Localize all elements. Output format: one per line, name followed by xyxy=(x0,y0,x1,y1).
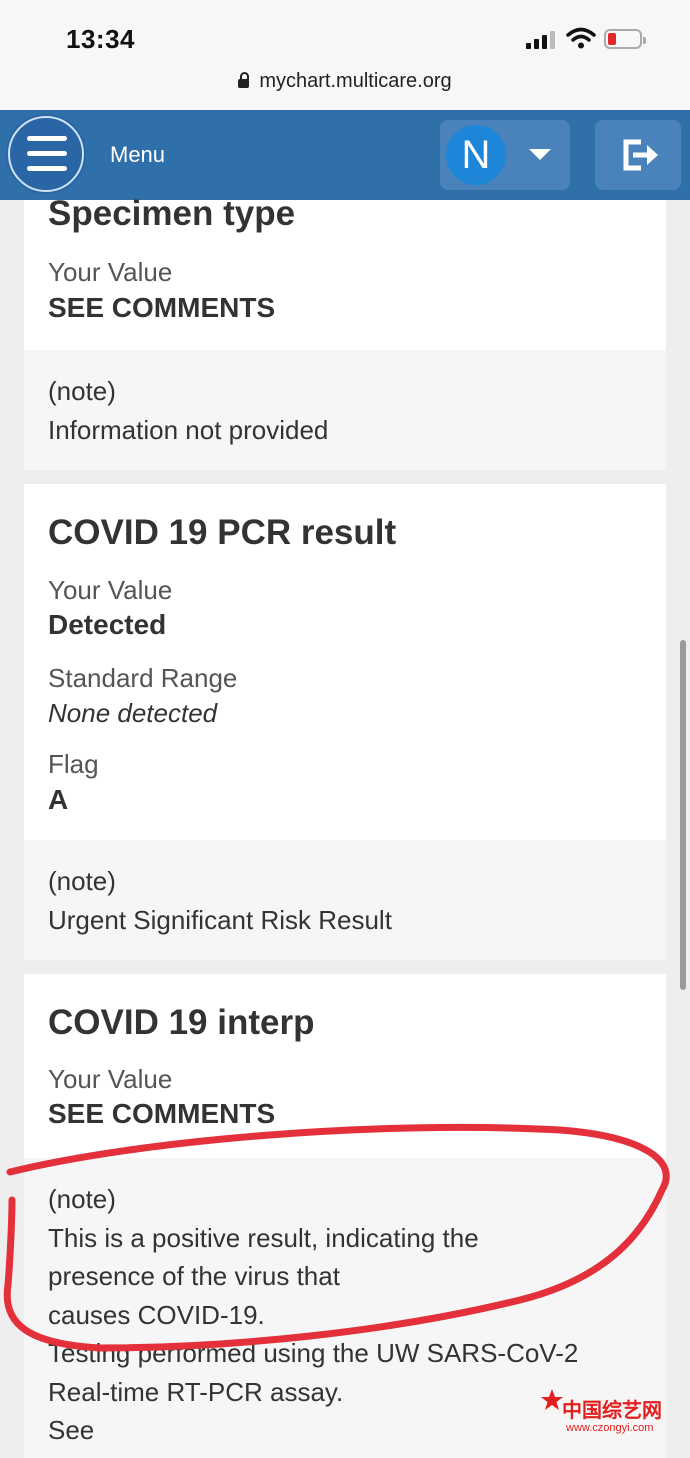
note-label: (note) xyxy=(48,1184,116,1214)
component-value: SEE COMMENTS xyxy=(48,1098,276,1129)
note-line: Testing performed using the UW SARS-CoV-… xyxy=(48,1338,579,1368)
note-line: This is a positive result, indicating th… xyxy=(48,1223,479,1253)
component-title: COVID 19 interp xyxy=(48,1003,315,1042)
page-scrollbar[interactable] xyxy=(680,640,686,990)
user-avatar: N xyxy=(446,125,506,185)
watermark-url: www.czongyi.com xyxy=(566,1422,654,1434)
note-text: Urgent Significant Risk Result xyxy=(48,905,392,935)
menu-button[interactable] xyxy=(8,116,84,192)
result-note-specimen: (note) Information not provided xyxy=(24,350,666,470)
note-label: (note) xyxy=(48,376,116,406)
logout-button[interactable] xyxy=(595,120,681,190)
watermark-title: 中国综艺网 xyxy=(562,1398,662,1422)
result-note-pcr: (note) Urgent Significant Risk Result xyxy=(24,840,666,960)
star-icon xyxy=(541,1389,563,1410)
range-label: Standard Range xyxy=(48,663,238,693)
result-card-specimen: Specimen type Your Value SEE COMMENTS xyxy=(24,194,666,350)
note-link-see[interactable]: See xyxy=(48,1411,94,1450)
note-line: causes COVID-19. xyxy=(48,1300,265,1330)
component-title: COVID 19 PCR result xyxy=(48,513,397,552)
component-title: Specimen type xyxy=(48,194,296,233)
menu-label[interactable]: Menu xyxy=(110,142,165,168)
standard-range: None detected xyxy=(48,698,218,728)
component-value: SEE COMMENTS xyxy=(48,292,276,323)
user-menu-button[interactable]: N xyxy=(440,120,570,190)
value-label: Your Value xyxy=(48,575,173,605)
address-bar[interactable]: mychart.multicare.org xyxy=(0,70,690,93)
note-label: (note) xyxy=(48,866,116,896)
component-value: Detected xyxy=(48,609,167,640)
result-card-interp: COVID 19 interp Your Value SEE COMMENTS xyxy=(24,974,666,1158)
cellular-signal-icon xyxy=(526,31,556,49)
flag-label: Flag xyxy=(48,749,99,779)
logout-icon xyxy=(623,139,658,171)
lock-icon xyxy=(238,72,250,88)
value-label: Your Value xyxy=(48,257,173,287)
url-text: mychart.multicare.org xyxy=(259,70,452,92)
status-time: 13:34 xyxy=(66,24,135,54)
site-watermark: 中国综艺网 www.czongyi.com xyxy=(540,1384,680,1440)
note-line: Real-time RT-PCR assay. xyxy=(48,1377,344,1407)
note-text: Information not provided xyxy=(48,415,329,445)
wifi-icon xyxy=(566,27,596,49)
result-card-pcr: COVID 19 PCR result Your Value Detected … xyxy=(24,484,666,840)
app-header: Menu N xyxy=(0,110,690,200)
flag-value: A xyxy=(48,784,69,815)
battery-icon xyxy=(604,29,646,49)
status-bar: 13:34 mychart.multicare.org xyxy=(0,0,690,110)
chevron-down-icon xyxy=(529,149,551,160)
note-line: presence of the virus that xyxy=(48,1261,340,1291)
value-label: Your Value xyxy=(48,1064,173,1094)
